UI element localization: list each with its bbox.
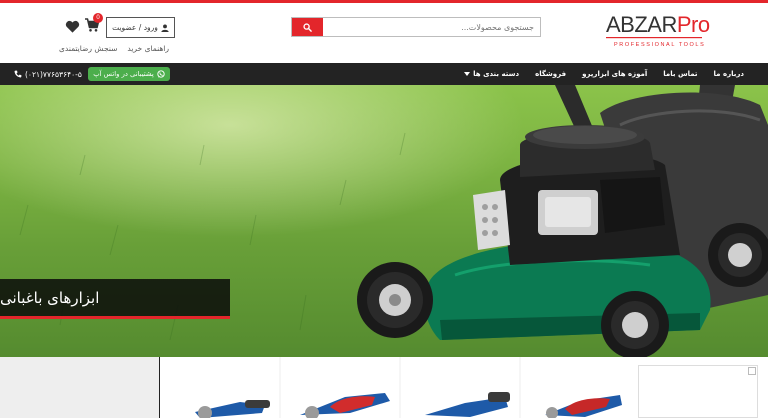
product-grinder-4	[545, 395, 622, 418]
search-button[interactable]	[292, 18, 323, 36]
cart-count-badge: 0	[93, 13, 103, 23]
chevron-down-icon	[464, 72, 471, 76]
login-label: ورود / عضویت	[112, 23, 158, 32]
nav-menu: دسته بندی ها فروشگاه آموزه های ابزارپرو …	[464, 63, 744, 85]
cart-button[interactable]: 0	[84, 13, 103, 35]
featured-product-card[interactable]	[638, 365, 758, 418]
wishlist-button[interactable]	[65, 19, 80, 33]
nav-item-tutorials[interactable]: آموزه های ابزارپرو	[582, 70, 647, 78]
page: ABZARPro PROFESSIONAL TOOLS 0	[0, 0, 768, 418]
login-register-button[interactable]: ورود / عضویت	[106, 17, 175, 38]
hero-banner[interactable]: ابزارهای باغبانی	[0, 85, 768, 357]
logo-wordmark: ABZARPro	[606, 12, 710, 37]
expand-icon[interactable]	[748, 367, 756, 375]
link-satisfaction-survey[interactable]: سنجش رضایتمندی	[59, 44, 117, 56]
nav-item-shop[interactable]: فروشگاه	[535, 70, 566, 78]
logo-underline	[606, 37, 702, 39]
whatsapp-icon	[157, 70, 165, 78]
search-bar	[291, 17, 541, 37]
search-icon	[303, 22, 312, 32]
phone-icon	[14, 70, 22, 78]
nav-item-about[interactable]: درباره ما	[714, 70, 744, 78]
phone-number: (۰۲۱)۷۷۶۵۳۶۴۰-۵	[14, 68, 82, 80]
nav-item-categories[interactable]: دسته بندی ها	[464, 70, 519, 78]
hero-caption: ابزارهای باغبانی	[0, 279, 230, 319]
product-grinder-3	[425, 392, 510, 417]
header-links: راهنمای خرید سنجش رضایتمندی	[59, 44, 169, 56]
heart-icon	[65, 20, 80, 33]
whatsapp-support-button[interactable]: پشتیبانی در واتس آپ	[88, 67, 170, 81]
logo[interactable]: ABZARPro PROFESSIONAL TOOLS	[606, 12, 710, 48]
product-grinder-2	[300, 393, 390, 418]
product-strip	[0, 357, 768, 418]
hero-caption-text: ابزارهای باغبانی	[0, 288, 100, 307]
nav-item-contact[interactable]: تماس باما	[663, 70, 697, 78]
search-input[interactable]	[323, 18, 540, 36]
product-grinder-1	[195, 400, 270, 418]
logo-tagline: PROFESSIONAL TOOLS	[614, 42, 706, 48]
link-shopping-guide[interactable]: راهنمای خرید	[127, 44, 169, 56]
top-accent-line	[0, 0, 768, 3]
user-icon	[161, 23, 169, 32]
